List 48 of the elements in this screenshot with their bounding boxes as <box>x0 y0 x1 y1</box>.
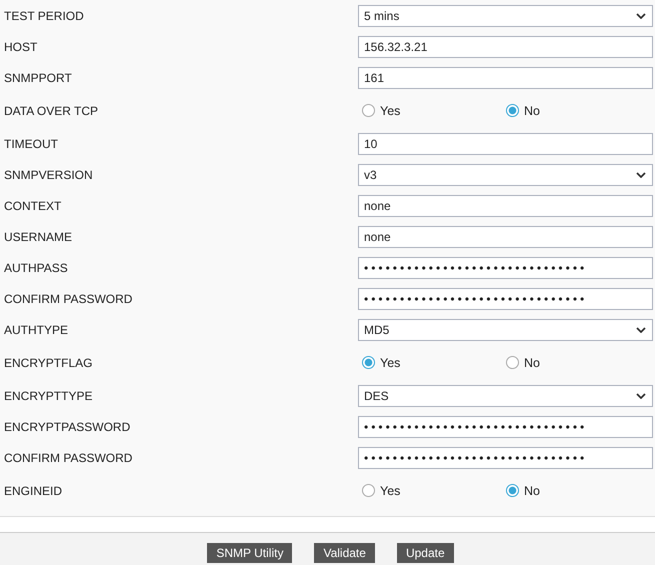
field-label: CONTEXT <box>4 198 62 212</box>
chevron-down-icon <box>636 172 646 178</box>
input-field[interactable]: 161 <box>358 66 653 88</box>
field-label: TIMEOUT <box>4 136 59 150</box>
radio-button[interactable] <box>362 484 375 497</box>
input-field[interactable]: 156.32.3.21 <box>358 36 653 58</box>
field-label: SNMPPORT <box>4 70 73 84</box>
action-button[interactable]: Update <box>396 543 454 563</box>
dropdown[interactable]: DES <box>358 384 653 406</box>
password-field[interactable]: ••••••••••••••••••••••••••••••• <box>358 446 653 468</box>
chevron-down-icon <box>636 12 646 18</box>
radio-button[interactable] <box>506 356 519 369</box>
field-label: ENCRYPTTYPE <box>4 388 94 402</box>
field-label: AUTHPASS <box>4 260 69 274</box>
dropdown[interactable]: 5 mins <box>358 4 653 26</box>
radio-label: Yes <box>380 104 400 118</box>
field-label: CONFIRM PASSWORD <box>4 450 134 464</box>
field-label: USERNAME <box>4 230 74 244</box>
radio-label: No <box>524 356 540 370</box>
field-label: AUTHTYPE <box>4 322 70 336</box>
field-label: ENGINEID <box>4 484 64 498</box>
chevron-down-icon <box>636 326 646 332</box>
input-field[interactable]: none <box>358 194 653 216</box>
field-label: SNMPVERSION <box>4 168 94 182</box>
radio-label: No <box>524 104 540 118</box>
radio-label: Yes <box>380 356 400 370</box>
radio-button[interactable] <box>362 104 375 117</box>
password-field[interactable]: ••••••••••••••••••••••••••••••• <box>358 288 653 310</box>
field-label: CONFIRM PASSWORD <box>4 292 134 306</box>
dropdown[interactable]: MD5 <box>358 318 653 340</box>
password-field[interactable]: ••••••••••••••••••••••••••••••• <box>358 256 653 278</box>
input-field[interactable]: 10 <box>358 132 653 154</box>
radio-button[interactable] <box>506 104 519 117</box>
dropdown[interactable]: v3 <box>358 164 653 186</box>
field-label: HOST <box>4 40 38 54</box>
radio-label: Yes <box>380 484 400 498</box>
field-label: ENCRYPTFLAG <box>4 356 94 370</box>
radio-label: No <box>524 484 540 498</box>
field-label: TEST PERIOD <box>4 8 85 22</box>
field-label: DATA OVER TCP <box>4 104 100 118</box>
action-button[interactable]: Validate <box>314 543 375 563</box>
password-field[interactable]: ••••••••••••••••••••••••••••••• <box>358 416 653 438</box>
input-field[interactable]: none <box>358 226 653 248</box>
chevron-down-icon <box>636 392 646 398</box>
radio-button[interactable] <box>506 484 519 497</box>
radio-button[interactable] <box>362 356 375 369</box>
action-button[interactable]: SNMP Utility <box>207 543 292 563</box>
field-label: ENCRYPTPASSWORD <box>4 420 132 434</box>
